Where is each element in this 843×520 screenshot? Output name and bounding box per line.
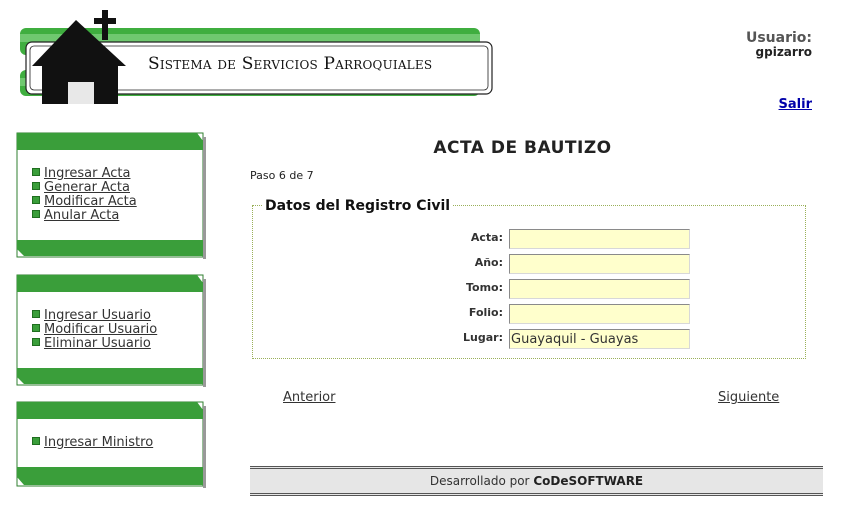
folio-label: Folio: [468, 306, 503, 319]
menu-item-modificar-usuario[interactable]: Modificar Usuario [32, 323, 157, 337]
page-title: ACTA DE BAUTIZO [433, 138, 612, 158]
footer-company: CoDeSOFTWARE [533, 474, 644, 488]
bullet-icon [32, 168, 40, 176]
menu-link[interactable]: Modificar Usuario [44, 322, 157, 337]
user-label: Usuario: [745, 30, 812, 46]
footer-prefix: Desarrollado por [429, 474, 530, 488]
anio-label: Año: [474, 256, 503, 269]
previous-link[interactable]: Anterior [283, 390, 335, 405]
menu-link[interactable]: Anular Acta [44, 208, 119, 223]
acta-label: Acta: [470, 231, 503, 244]
step-indicator: Paso 6 de 7 [250, 169, 314, 182]
menu-item-eliminar-usuario[interactable]: Eliminar Usuario [32, 337, 157, 351]
menu-link[interactable]: Ingresar Ministro [44, 435, 153, 450]
menu-list: Ingresar Acta Generar Acta Modificar Act… [32, 167, 137, 223]
fieldset-legend: Datos del Registro Civil [262, 198, 454, 214]
menu-list: Ingresar Usuario Modificar Usuario Elimi… [32, 309, 157, 351]
sidebar-menu-actas: Ingresar Acta Generar Acta Modificar Act… [16, 132, 206, 260]
menu-item-modificar-acta[interactable]: Modificar Acta [32, 195, 137, 209]
bullet-icon [32, 310, 40, 318]
header-banner: Sistema de Servicios Parroquiales [14, 8, 498, 108]
lugar-input[interactable] [509, 329, 690, 349]
menu-link[interactable]: Eliminar Usuario [44, 336, 151, 351]
menu-link[interactable]: Generar Acta [44, 180, 130, 195]
menu-item-ingresar-usuario[interactable]: Ingresar Usuario [32, 309, 157, 323]
menu-list: Ingresar Ministro [32, 436, 153, 450]
menu-item-ingresar-acta[interactable]: Ingresar Acta [32, 167, 137, 181]
menu-item-ingresar-ministro[interactable]: Ingresar Ministro [32, 436, 153, 450]
bullet-icon [32, 182, 40, 190]
lugar-label: Lugar: [463, 331, 503, 344]
bullet-icon [32, 210, 40, 218]
logout-link[interactable]: Salir [779, 97, 812, 112]
menu-link[interactable]: Modificar Acta [44, 194, 137, 209]
next-link[interactable]: Siguiente [718, 390, 779, 405]
user-name: gpizarro [755, 45, 812, 59]
system-title: Sistema de Servicios Parroquiales [148, 54, 433, 74]
sidebar-menu-usuarios: Ingresar Usuario Modificar Usuario Elimi… [16, 274, 206, 388]
menu-link[interactable]: Ingresar Acta [44, 166, 130, 181]
tomo-label: Tomo: [465, 281, 503, 294]
acta-input[interactable] [509, 229, 690, 249]
bullet-icon [32, 196, 40, 204]
menu-item-anular-acta[interactable]: Anular Acta [32, 209, 137, 223]
menu-item-generar-acta[interactable]: Generar Acta [32, 181, 137, 195]
tomo-input[interactable] [509, 279, 690, 299]
menu-link[interactable]: Ingresar Usuario [44, 308, 151, 323]
bullet-icon [32, 324, 40, 332]
bullet-icon [32, 338, 40, 346]
footer: Desarrollado por CoDeSOFTWARE [250, 466, 823, 496]
anio-input[interactable] [509, 254, 690, 274]
folio-input[interactable] [509, 304, 690, 324]
sidebar-menu-ministros: Ingresar Ministro [16, 401, 206, 489]
bullet-icon [32, 437, 40, 445]
